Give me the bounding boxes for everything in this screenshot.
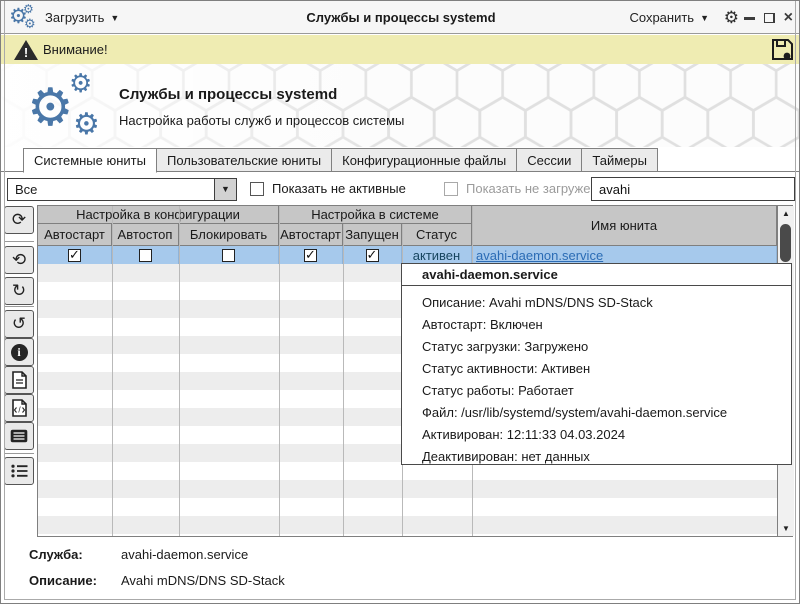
toolbar-separator: [4, 306, 34, 307]
minimize-icon[interactable]: [744, 17, 755, 20]
tab-system-units[interactable]: Системные юниты: [23, 148, 157, 173]
document-button[interactable]: [4, 366, 34, 394]
app-window: ⚙⚙⚙ Загрузить▼ Службы и процессы systemd…: [0, 0, 800, 604]
checkbox-autostart-sys[interactable]: [304, 249, 317, 262]
tooltip-active-status: Статус активности: Активен: [402, 358, 791, 380]
window-controls: ×: [744, 1, 793, 34]
page-subtitle: Настройка работы служб и процессов систе…: [119, 113, 404, 128]
checkbox-show-unloaded[interactable]: [444, 182, 458, 196]
combobox-value: Все: [15, 179, 37, 200]
scrollbar-thumb[interactable]: [780, 224, 791, 262]
unit-details-tooltip: avahi-daemon.service Описание: Avahi mDN…: [401, 263, 792, 465]
search-input[interactable]: [591, 177, 795, 201]
info-icon: i: [11, 344, 28, 361]
page-title: Службы и процессы systemd: [119, 86, 337, 103]
info-button[interactable]: i: [4, 338, 34, 366]
undo-button[interactable]: ↺: [4, 310, 34, 338]
tooltip-autostart: Автостарт: Включен: [402, 314, 791, 336]
unit-name-link[interactable]: avahi-daemon.service: [472, 246, 777, 264]
warning-triangle-icon: !: [13, 39, 39, 61]
history-icon: ⟲: [12, 250, 26, 270]
settings-gear-icon[interactable]: ⚙: [724, 1, 739, 34]
column-header-autostop: Автостоп: [112, 224, 179, 246]
load-button[interactable]: Загрузить▼: [45, 1, 119, 34]
document-code-icon: /: [12, 399, 27, 417]
filter-row: Все ▼ Показать не активные Показать не з…: [1, 172, 800, 205]
tooltip-description: Описание: Avahi mDNS/DNS SD-Stack: [402, 292, 791, 314]
tooltip-load-status: Статус загрузки: Загружено: [402, 336, 791, 358]
chevron-down-icon: ▼: [110, 13, 119, 23]
cell-block[interactable]: [179, 246, 279, 264]
group-header-system: Настройка в системе: [279, 206, 472, 224]
header-banner: ⚙⚙⚙ Службы и процессы systemd Настройка …: [1, 64, 800, 147]
checkbox-autostop[interactable]: [139, 249, 152, 262]
checkbox-show-inactive-label: Показать не активные: [272, 172, 406, 205]
column-header-autostart-sys: Автостарт: [279, 224, 343, 246]
group-header-config: Настройка в конфигурации: [38, 206, 279, 224]
tab-bar: Системные юниты Пользовательские юниты К…: [1, 147, 800, 172]
tab-sessions[interactable]: Сессии: [517, 148, 582, 172]
redo-icon: ↻: [12, 281, 26, 301]
svg-text:!: !: [24, 45, 28, 60]
checkbox-show-inactive[interactable]: [250, 182, 264, 196]
checkbox-block[interactable]: [222, 249, 235, 262]
tooltip-activated: Активирован: 12:11:33 04.03.2024: [402, 424, 791, 446]
details-footer: Служба: avahi-daemon.service Описание: A…: [1, 537, 800, 597]
save-file-icon[interactable]: [771, 38, 794, 61]
column-header-unit-name: Имя юнита: [472, 206, 777, 246]
redo-button[interactable]: ↻: [4, 277, 34, 305]
description-label: Описание:: [29, 573, 97, 588]
tooltip-title: avahi-daemon.service: [402, 264, 791, 286]
tab-timers[interactable]: Таймеры: [582, 148, 658, 172]
tooltip-run-status: Статус работы: Работает: [402, 380, 791, 402]
tooltip-deactivated: Деактивирован: нет данных: [402, 446, 791, 468]
column-header-autostart-conf: Автостарт: [38, 224, 112, 246]
description-value: Avahi mDNS/DNS SD-Stack: [121, 573, 285, 588]
unit-list-button[interactable]: [4, 457, 34, 485]
service-label: Служба:: [29, 547, 83, 562]
save-button[interactable]: Сохранить▼: [629, 1, 709, 34]
toolbar-separator: [4, 241, 34, 242]
chevron-down-icon: ▼: [700, 13, 709, 23]
close-icon[interactable]: ×: [784, 10, 793, 26]
warning-bar: ! Внимание!: [1, 35, 800, 64]
maximize-icon[interactable]: [764, 13, 775, 23]
column-header-status: Статус: [402, 224, 472, 246]
cell-status: активен: [402, 246, 472, 264]
column-header-block: Блокировать: [179, 224, 279, 246]
checkbox-running[interactable]: [366, 249, 379, 262]
filter-combobox[interactable]: Все ▼: [7, 178, 237, 201]
scroll-up-icon[interactable]: ▲: [778, 206, 794, 221]
tab-user-units[interactable]: Пользовательские юниты: [157, 148, 332, 172]
journal-button[interactable]: [4, 422, 34, 450]
tooltip-file: Файл: /usr/lib/systemd/system/avahi-daem…: [402, 402, 791, 424]
scroll-down-icon[interactable]: ▼: [778, 521, 794, 536]
cell-autostop[interactable]: [112, 246, 179, 264]
toolbar-separator: [4, 453, 34, 454]
titlebar: ⚙⚙⚙ Загрузить▼ Службы и процессы systemd…: [1, 1, 800, 34]
document-icon: [12, 371, 27, 389]
journal-icon: [10, 429, 28, 443]
bullet-list-icon: [11, 464, 28, 478]
refresh-icon: ⟳: [12, 210, 26, 230]
tab-config-files[interactable]: Конфигурационные файлы: [332, 148, 517, 172]
cell-running[interactable]: [343, 246, 402, 264]
banner-gears-icon: ⚙⚙⚙: [27, 70, 111, 142]
app-gears-icon: ⚙⚙⚙: [9, 4, 39, 32]
history-button[interactable]: ⟲: [4, 246, 34, 274]
service-value: avahi-daemon.service: [121, 547, 248, 562]
column-header-running: Запущен: [343, 224, 402, 246]
cell-autostart-sys[interactable]: [279, 246, 343, 264]
config-file-button[interactable]: /: [4, 394, 34, 422]
refresh-button[interactable]: ⟳: [4, 206, 34, 234]
checkbox-autostart-conf[interactable]: [68, 249, 81, 262]
chevron-down-icon[interactable]: ▼: [214, 179, 236, 200]
cell-autostart-conf[interactable]: [38, 246, 112, 264]
warning-text: Внимание!: [43, 35, 108, 64]
undo-icon: ↺: [12, 314, 26, 334]
